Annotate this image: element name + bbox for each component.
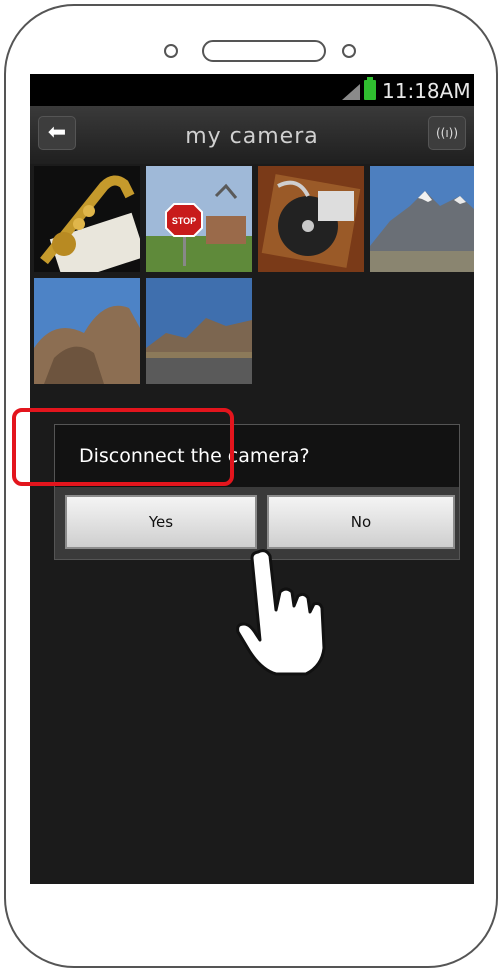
status-time: 11:18AM bbox=[382, 79, 471, 103]
battery-icon bbox=[364, 77, 376, 100]
signal-icon bbox=[342, 84, 360, 100]
page-title: my camera bbox=[185, 124, 319, 149]
connection-button[interactable]: ((ı)) bbox=[428, 116, 466, 150]
yes-button-highlight bbox=[12, 408, 234, 486]
svg-text:STOP: STOP bbox=[172, 216, 196, 226]
speaker-grille bbox=[202, 40, 326, 62]
app-title-bar: ⬅ my camera ((ı)) bbox=[30, 106, 474, 164]
desert-road-photo[interactable] bbox=[146, 278, 252, 384]
pointing-hand-icon bbox=[236, 548, 336, 683]
gramophone-photo[interactable] bbox=[258, 166, 364, 272]
stop-sign-photo[interactable]: STOP bbox=[146, 166, 252, 272]
front-camera-icon bbox=[164, 44, 178, 58]
rock-formation-photo[interactable] bbox=[34, 278, 140, 384]
status-bar: 11:18AM bbox=[30, 74, 474, 106]
mountain-photo[interactable] bbox=[370, 166, 474, 272]
yes-button[interactable]: Yes bbox=[65, 495, 257, 549]
saxophone-photo[interactable] bbox=[34, 166, 140, 272]
wifi-connection-icon: ((ı)) bbox=[435, 126, 459, 140]
proximity-sensor-icon bbox=[342, 44, 356, 58]
no-button[interactable]: No bbox=[267, 495, 455, 549]
